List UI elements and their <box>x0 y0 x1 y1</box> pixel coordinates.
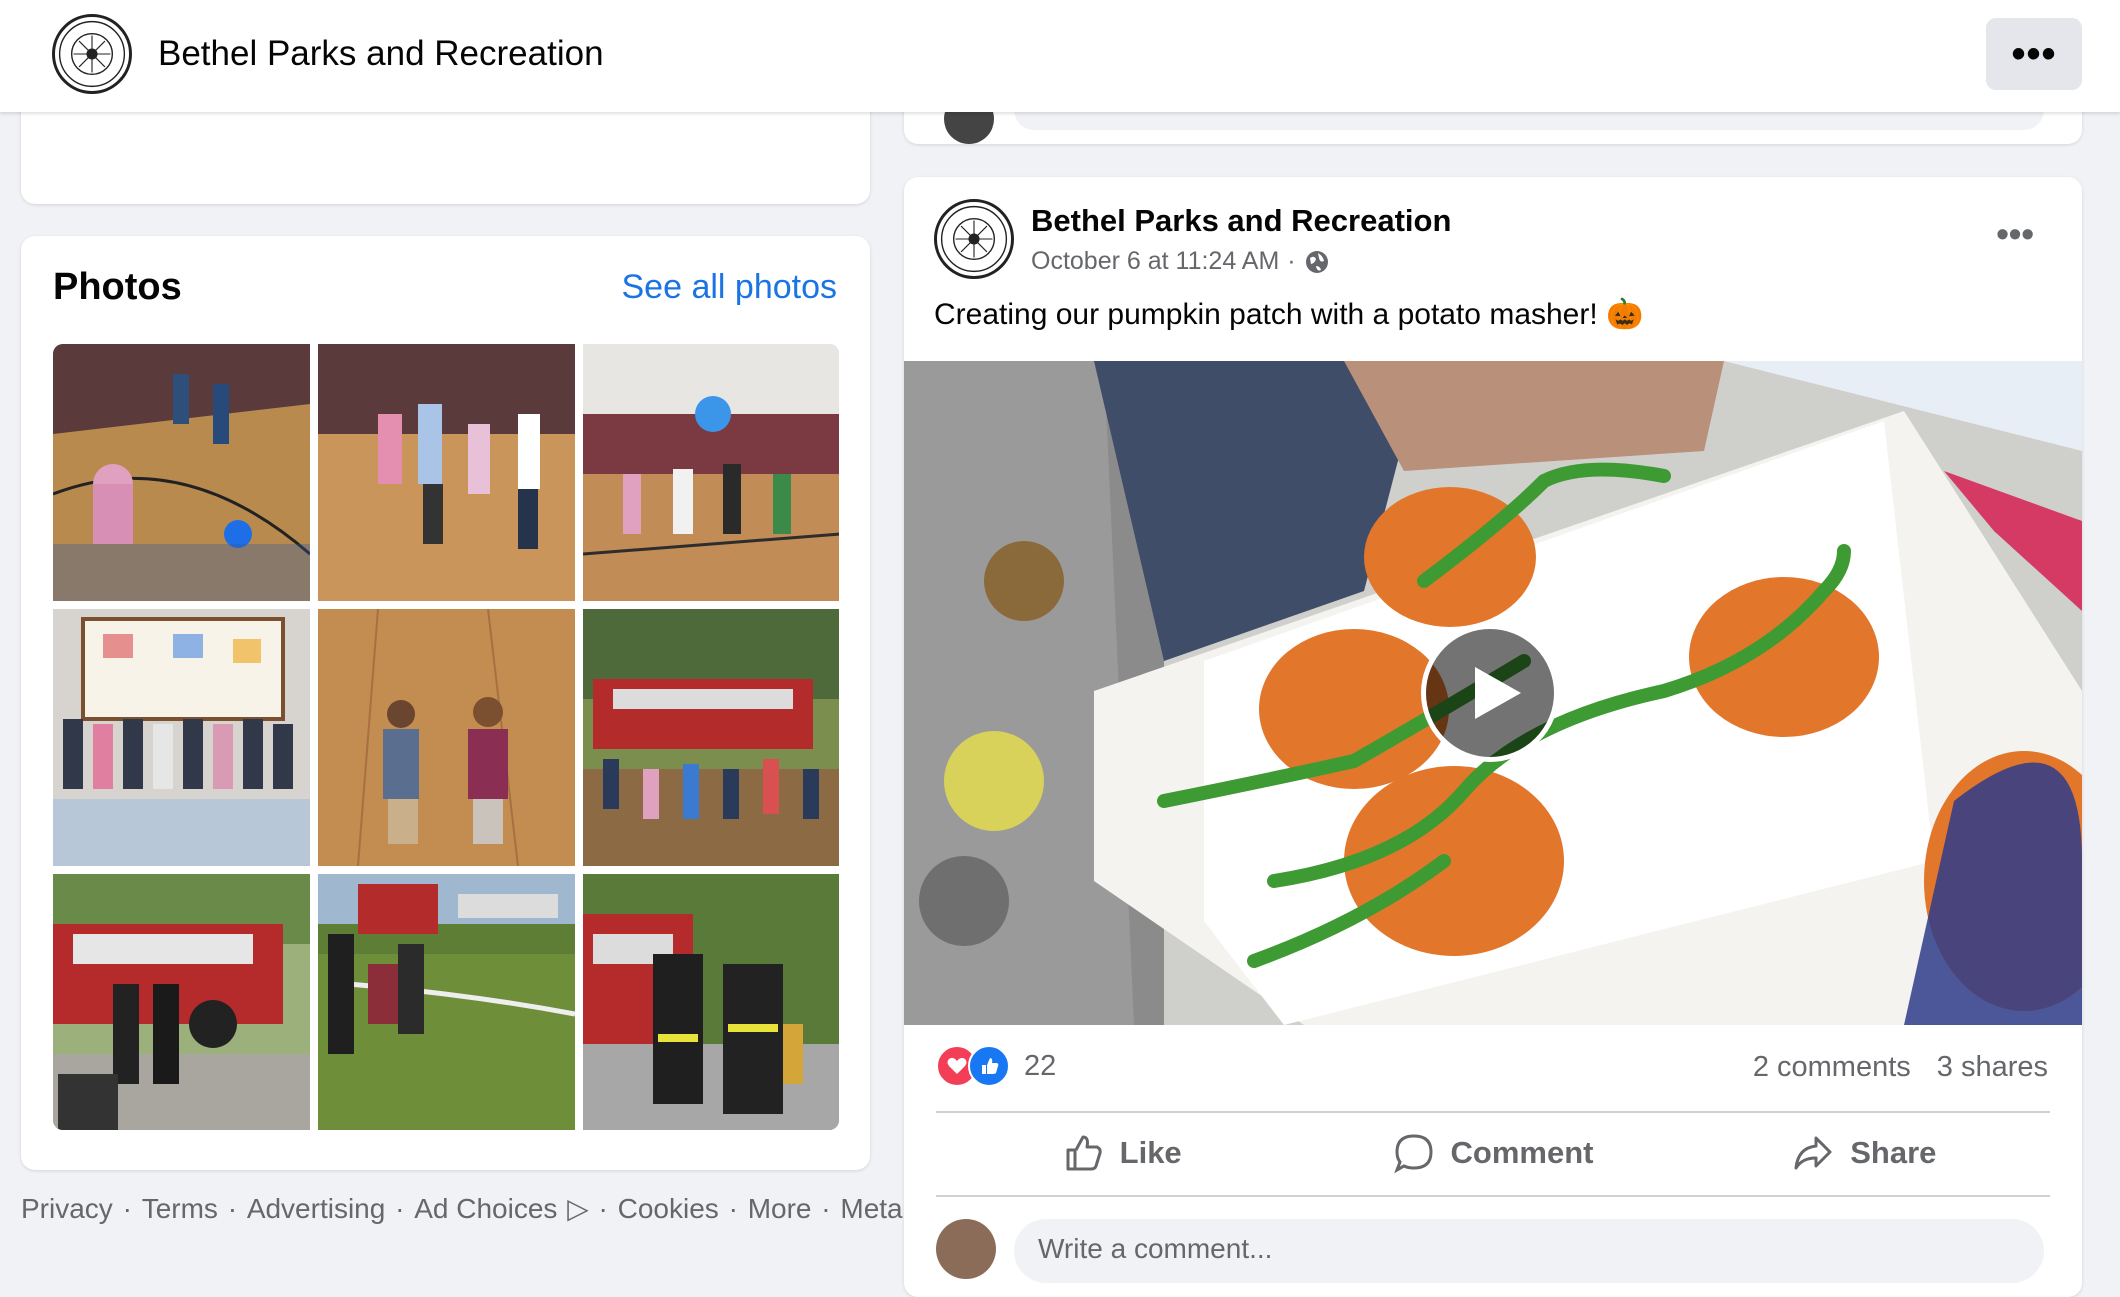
post-timestamp[interactable]: October 6 at 11:24 AM <box>1031 247 1279 276</box>
comment-composer: Write a comment... <box>936 1211 2050 1283</box>
play-button[interactable] <box>1421 624 1559 762</box>
photo-thumbnail[interactable] <box>53 609 310 866</box>
post-author-name[interactable]: Bethel Parks and Recreation <box>1031 203 1451 239</box>
post-video[interactable] <box>904 361 2082 1025</box>
photos-title: Photos <box>53 266 182 308</box>
like-button[interactable]: Like <box>936 1111 1307 1195</box>
footer-link-ad-choices[interactable]: Ad Choices <box>414 1193 557 1224</box>
post-meta: October 6 at 11:24 AM · <box>1031 247 1330 276</box>
reaction-count: 22 <box>1024 1049 1057 1082</box>
photo-thumbnail[interactable] <box>53 874 310 1130</box>
ad-choices-icon: ▷ <box>567 1193 589 1224</box>
comment-button[interactable]: Comment <box>1307 1111 1678 1195</box>
engagement-counts: 2 comments 3 shares <box>1753 1051 2048 1084</box>
more-dots-icon: ••• <box>2011 31 2057 76</box>
footer-link-advertising[interactable]: Advertising <box>247 1193 386 1224</box>
photo-thumbnail[interactable] <box>583 344 839 601</box>
photos-card: Photos See all photos <box>21 236 870 1170</box>
shares-count[interactable]: 3 shares <box>1937 1051 2048 1084</box>
photo-thumbnail[interactable] <box>318 874 575 1130</box>
thumbs-up-icon <box>1066 1135 1102 1171</box>
post-card: Bethel Parks and Recreation October 6 at… <box>904 177 2082 1297</box>
comment-bubble-icon <box>1393 1134 1433 1174</box>
share-arrow-icon <box>1794 1136 1832 1170</box>
globe-icon <box>1304 249 1330 275</box>
footer-link-more[interactable]: More <box>748 1193 812 1224</box>
post-options-button[interactable]: ••• <box>1996 213 2034 255</box>
photo-thumbnail[interactable] <box>583 609 839 866</box>
more-dots-icon: ••• <box>1996 213 2034 254</box>
photo-thumbnail[interactable] <box>583 874 839 1130</box>
page-logo[interactable] <box>52 14 132 94</box>
avatar <box>936 1219 996 1279</box>
post-author-logo[interactable] <box>934 199 1014 279</box>
like-reaction-icon <box>968 1045 1010 1087</box>
photo-thumbnail[interactable] <box>318 609 575 866</box>
footer-link-privacy[interactable]: Privacy <box>21 1193 113 1224</box>
page-title[interactable]: Bethel Parks and Recreation <box>158 34 604 74</box>
more-options-button[interactable]: ••• <box>1986 18 2082 90</box>
share-button[interactable]: Share <box>1679 1111 2050 1195</box>
reaction-summary[interactable]: 22 <box>936 1045 1056 1087</box>
footer-link-cookies[interactable]: Cookies <box>618 1193 719 1224</box>
footer-link-terms[interactable]: Terms <box>142 1193 218 1224</box>
photo-thumbnail[interactable] <box>318 344 575 601</box>
play-icon <box>1475 667 1521 719</box>
footer-links: Privacy · Terms · Advertising · Ad Choic… <box>21 1193 932 1224</box>
photo-grid <box>53 344 839 1130</box>
comment-input[interactable]: Write a comment... <box>1014 1219 2044 1283</box>
see-all-photos-link[interactable]: See all photos <box>622 268 838 307</box>
page-header: Bethel Parks and Recreation ••• <box>0 0 2120 112</box>
comments-count[interactable]: 2 comments <box>1753 1051 1911 1084</box>
post-text: Creating our pumpkin patch with a potato… <box>934 298 1644 331</box>
divider <box>936 1195 2050 1197</box>
post-actions: Like Comment Share <box>936 1111 2050 1195</box>
photo-thumbnail[interactable] <box>53 344 310 601</box>
